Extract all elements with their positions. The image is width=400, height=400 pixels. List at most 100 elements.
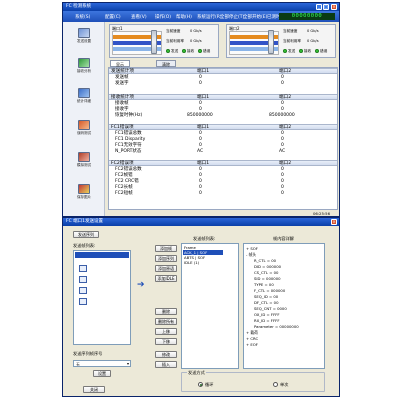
- err-led: [315, 49, 319, 53]
- send-frames-list[interactable]: Frame ACK_1 | SOF ABTS | SOF IDLE (1): [181, 243, 239, 369]
- chart-icon: [78, 58, 90, 68]
- menu-config[interactable]: 配置(C): [105, 14, 121, 20]
- stats-icon: [78, 88, 90, 98]
- chevron-down-icon[interactable]: ▾: [127, 361, 129, 366]
- section-header: [109, 124, 337, 130]
- port2-traffic-chart: [229, 30, 279, 55]
- section-header: [109, 160, 337, 166]
- sidebar-item-save-image[interactable]: 保存图片: [63, 184, 105, 200]
- table-row-label: FC2短帧: [115, 191, 133, 196]
- sequence-number-label: 发送序列帧序号: [73, 351, 103, 356]
- menu-run[interactable]: 系统运行(R): [197, 14, 222, 20]
- close-button[interactable]: ×: [331, 219, 337, 225]
- save-image-icon: [78, 184, 90, 194]
- section-header: [109, 94, 337, 100]
- window-title: FC 端口1发送设置: [66, 219, 104, 224]
- sidebar-item-stats[interactable]: 统计详细: [63, 88, 105, 104]
- frame-thumb-icon[interactable]: [79, 298, 87, 305]
- menu-stop-all[interactable]: 全部停止(T): [220, 14, 244, 20]
- tx-led: [166, 49, 170, 53]
- menu-help[interactable]: 帮助(H): [176, 14, 192, 20]
- frame-thumb-icon[interactable]: [79, 265, 87, 272]
- set-button[interactable]: 设置: [93, 370, 111, 377]
- send-frames-label: 发送帧列表:: [193, 236, 216, 241]
- mode-loop-radio[interactable]: [198, 382, 203, 387]
- table-row-label: FC2长帧: [115, 185, 133, 190]
- err-led: [198, 49, 202, 53]
- menu-bar: 系统(S) 配置(C) 查看(V) 操作(O) 帮助(H) 系统运行(R) 全部…: [63, 11, 339, 22]
- mode-once-radio[interactable]: [273, 382, 278, 387]
- status-bar: 06:25:56: [108, 210, 338, 217]
- error-test-icon: [78, 120, 90, 130]
- frame-detail-label: 帧内容详解: [273, 236, 294, 241]
- frame-thumb-icon[interactable]: [79, 287, 87, 294]
- statistics-table: 发送统计项 端口1 端口2 发送帧 0 0 发送字 0 0 接收统计项 端口1 …: [108, 67, 338, 210]
- table-row-label: N_PORT状态: [115, 149, 142, 154]
- move-down-button[interactable]: 下移: [155, 338, 177, 345]
- window-title: FC 检测系统: [66, 4, 92, 9]
- table-row-label: 发送帧: [115, 75, 129, 80]
- close-button[interactable]: ×: [331, 4, 337, 10]
- sidebar-item-bit-error[interactable]: 误码测试: [63, 120, 105, 136]
- table-row-label: FC1错误总数: [115, 131, 142, 136]
- menu-view[interactable]: 查看(V): [131, 14, 147, 20]
- add-sequence-button[interactable]: 添加序列: [155, 255, 177, 262]
- tab-display[interactable]: 显示: [110, 60, 130, 67]
- rx-led: [182, 49, 186, 53]
- minimize-button[interactable]: _: [316, 4, 322, 10]
- menu-operate[interactable]: 操作(O): [155, 14, 171, 20]
- sidebar-item-receive-analysis[interactable]: 接收分析: [63, 58, 105, 74]
- table-row-label: FC2帧错: [115, 173, 133, 178]
- frame-list[interactable]: [73, 250, 131, 345]
- table-row-label: 接收字: [115, 107, 129, 112]
- port1-traffic-chart: [112, 30, 162, 55]
- section-header: [109, 68, 337, 74]
- selected-frame-highlight[interactable]: [75, 252, 129, 258]
- port2-panel: 端口2 当前速度 0 Gb/s 当前利用率 0 Gb/s 发送 接收 错误: [226, 24, 336, 58]
- tab-strip: 显示 清除: [108, 60, 338, 67]
- sequence-select[interactable]: 无 ▾: [73, 360, 131, 367]
- table-row-label: 发送字: [115, 81, 129, 86]
- table-row-label: FC1 Disparity: [115, 137, 146, 142]
- modify-button[interactable]: 修改: [155, 351, 177, 358]
- frame-list-label: 发送帧列表:: [73, 243, 96, 248]
- monitor-titlebar[interactable]: FC 检测系统 _ □ ×: [63, 3, 339, 11]
- maximize-button[interactable]: □: [323, 4, 329, 10]
- sidebar-item-send-settings[interactable]: 发送设置: [63, 28, 105, 44]
- frame-detail-tree[interactable]: + SOF - 帧头 R_CTL = 00 DID = 000000 CS_CT…: [243, 243, 325, 369]
- table-row-label: 接收帧: [115, 101, 129, 106]
- send-mode-label: 发送方式: [187, 370, 206, 376]
- elapsed-clock: 00000000: [279, 13, 335, 20]
- add-frame-button[interactable]: 添加帧: [155, 245, 177, 252]
- monitor-window: FC 检测系统 _ □ × 系统(S) 配置(C) 查看(V) 操作(O) 帮助…: [62, 2, 340, 217]
- tab-clear[interactable]: 清除: [156, 60, 176, 67]
- table-row-label: FC2 CRC错: [115, 179, 139, 184]
- close-dialog-button[interactable]: 关闭: [83, 386, 105, 393]
- sidebar-item-simulate[interactable]: 模拟测试: [63, 152, 105, 168]
- add-idle-button[interactable]: 添加IDLE: [155, 275, 177, 282]
- table-row-label: FC1无效字符: [115, 143, 142, 148]
- port1-panel: 端口1 当前速度 0 Gb/s 当前利用率 0 Gb/s 发送 接收 错误: [109, 24, 219, 58]
- frame-thumb-icon[interactable]: [79, 276, 87, 283]
- delete-button[interactable]: 删除: [155, 308, 177, 315]
- tx-led: [283, 49, 287, 53]
- send-sequence-button[interactable]: 发送序列: [73, 231, 99, 238]
- menu-system[interactable]: 系统(S): [75, 14, 90, 20]
- status-time: 06:25:56: [312, 211, 330, 216]
- send-settings-titlebar[interactable]: FC 端口1发送设置 ×: [63, 218, 339, 226]
- list-item[interactable]: IDLE (1): [184, 260, 199, 265]
- simulate-icon: [78, 152, 90, 162]
- rx-led: [299, 49, 303, 53]
- menu-start-all[interactable]: 全部开始(E): [243, 14, 267, 20]
- monitor-icon: [78, 28, 90, 38]
- arrow-right-icon: ➔: [137, 280, 145, 290]
- add-primitive-button[interactable]: 添加原语: [155, 265, 177, 272]
- sidebar: 发送设置 接收分析 统计详细 误码测试 模拟测试 保存图片: [63, 22, 105, 216]
- insert-button[interactable]: 插入: [155, 361, 177, 368]
- delete-all-button[interactable]: 删除所有: [155, 318, 177, 325]
- move-up-button[interactable]: 上移: [155, 328, 177, 335]
- send-settings-window: FC 端口1发送设置 × 发送序列 发送帧列表: 发送序列帧序号 无 ▾ 设置 …: [62, 217, 340, 397]
- port1-gauge: [151, 30, 157, 54]
- port2-gauge: [268, 30, 274, 54]
- table-row-label: FC2错误总数: [115, 167, 142, 172]
